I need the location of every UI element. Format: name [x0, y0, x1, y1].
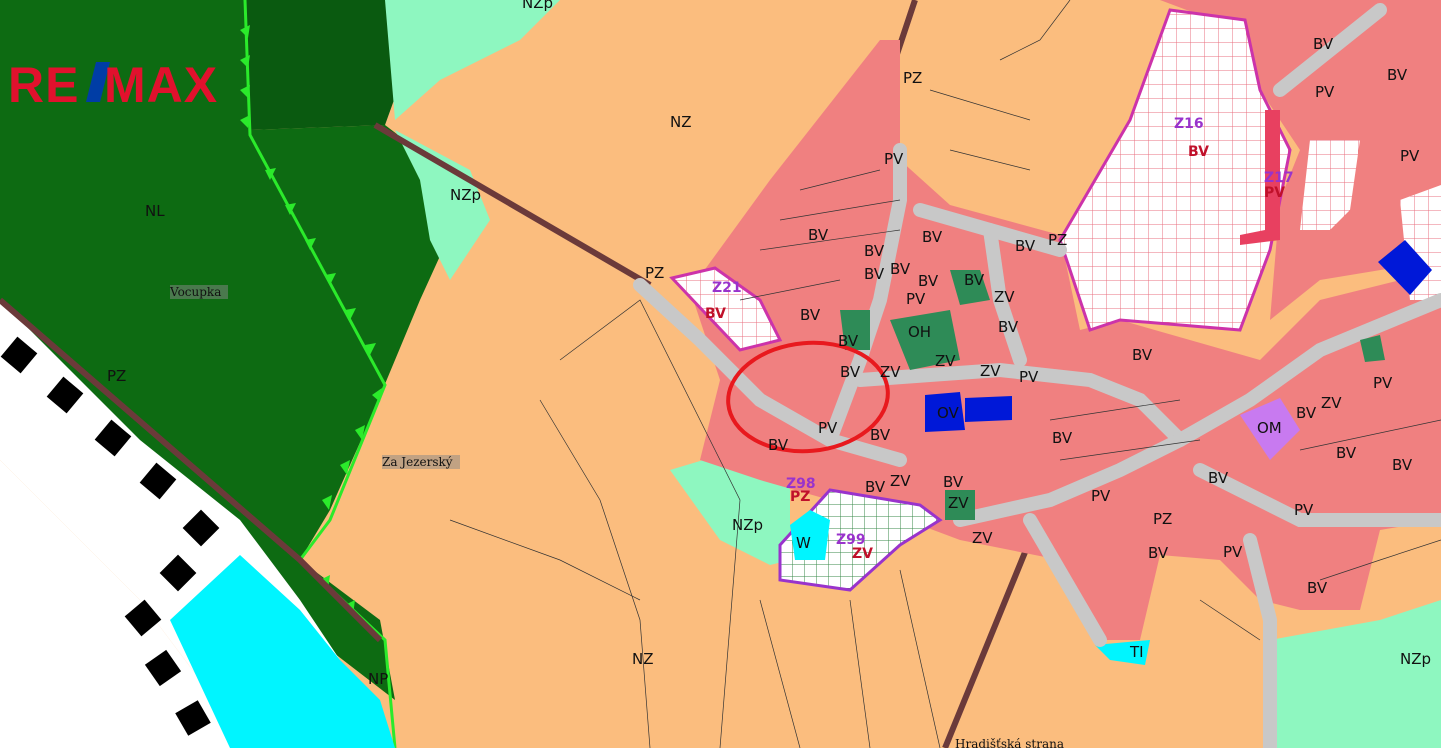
- label-zv: ZV: [980, 362, 1001, 380]
- place-vocupka: Vocupka: [169, 285, 221, 299]
- label-bv: BV: [1307, 579, 1328, 597]
- label-pv: PV: [1294, 501, 1314, 519]
- label-bv: BV: [1148, 544, 1169, 562]
- label-pv: PV: [1223, 543, 1243, 561]
- remax-logo: RE MAX: [8, 57, 218, 113]
- place-hradistska: Hradišťská strana: [955, 737, 1064, 748]
- label-z99-use: ZV: [852, 546, 873, 562]
- label-pz-5: PZ: [1153, 510, 1172, 528]
- map-canvas: NZ NZ NZp NZp NZp NZp NL PZ PZ PZ PZ PZ …: [0, 0, 1441, 748]
- label-pv: PV: [1315, 83, 1335, 101]
- label-bv: BV: [864, 265, 885, 283]
- label-ov: OV: [937, 404, 960, 422]
- label-pv: PV: [884, 150, 904, 168]
- label-pv: PV: [1400, 147, 1420, 165]
- label-pv: PV: [818, 419, 838, 437]
- label-nl: NL: [145, 202, 165, 220]
- label-zv: ZV: [948, 494, 969, 512]
- label-bv: BV: [918, 272, 939, 290]
- label-bv: BV: [800, 306, 821, 324]
- place-za-jezersky: Za Jezerský: [382, 455, 453, 469]
- label-bv: BV: [943, 473, 964, 491]
- label-zv: ZV: [994, 288, 1015, 306]
- label-bv: BV: [890, 260, 911, 278]
- label-nzp-low: NZp: [732, 516, 763, 534]
- logo-text-right: MAX: [104, 57, 218, 113]
- label-bv: BV: [1336, 444, 1357, 462]
- label-bv: BV: [768, 436, 789, 454]
- label-om: OM: [1257, 419, 1282, 437]
- label-bv: BV: [1313, 35, 1334, 53]
- label-bv: BV: [922, 228, 943, 246]
- label-zv: ZV: [935, 352, 956, 370]
- label-z17-use: PV: [1264, 185, 1285, 201]
- zone-ov-2: [965, 396, 1012, 422]
- zoning-map[interactable]: NZ NZ NZp NZp NZp NZp NL PZ PZ PZ PZ PZ …: [0, 0, 1441, 748]
- label-pz-2: PZ: [645, 264, 664, 282]
- label-bv: BV: [1296, 404, 1317, 422]
- label-pv: PV: [1019, 368, 1039, 386]
- label-w: W: [796, 534, 811, 552]
- label-bv: BV: [1208, 469, 1229, 487]
- label-zv: ZV: [972, 529, 993, 547]
- label-pv: PV: [1270, 0, 1290, 4]
- label-bv: BV: [964, 271, 985, 289]
- label-pz-1: PZ: [903, 69, 922, 87]
- label-oh: OH: [908, 323, 931, 341]
- label-nzp-right: NZp: [1400, 650, 1431, 668]
- label-bv: BV: [1132, 346, 1153, 364]
- label-np: NP: [368, 670, 388, 688]
- label-bv: BV: [1387, 66, 1408, 84]
- label-zv: ZV: [890, 472, 911, 490]
- label-bv: BV: [865, 478, 886, 496]
- label-bv: BV: [1052, 429, 1073, 447]
- label-bv: BV: [870, 426, 891, 444]
- label-zv: ZV: [880, 363, 901, 381]
- label-pz-4: PZ: [1048, 231, 1067, 249]
- label-bv: BV: [1392, 456, 1413, 474]
- label-pv: PV: [906, 290, 926, 308]
- label-bv: BV: [838, 332, 859, 350]
- label-z17-code: Z17: [1264, 170, 1294, 186]
- label-bv: BV: [808, 226, 829, 244]
- label-bv: BV: [1015, 237, 1036, 255]
- label-pv: PV: [1091, 487, 1111, 505]
- label-z21-code: Z21: [712, 280, 742, 296]
- label-bv: BV: [998, 318, 1019, 336]
- label-nz-bottom: NZ: [632, 650, 654, 668]
- label-bv: BV: [840, 363, 861, 381]
- label-nz-top: NZ: [670, 113, 692, 131]
- label-nzp-mid: NZp: [450, 186, 481, 204]
- label-ti: TI: [1129, 643, 1144, 661]
- logo-text-left: RE: [8, 57, 79, 113]
- label-pv: PV: [1373, 374, 1393, 392]
- label-nzp-top: NZp: [522, 0, 553, 12]
- label-z16-code: Z16: [1174, 116, 1204, 132]
- label-z98-use: PZ: [790, 489, 810, 505]
- label-zv: ZV: [1321, 394, 1342, 412]
- label-pz-3: PZ: [107, 367, 126, 385]
- label-bv: BV: [864, 242, 885, 260]
- label-z21-use: BV: [705, 306, 726, 322]
- label-z16-use: BV: [1188, 144, 1209, 160]
